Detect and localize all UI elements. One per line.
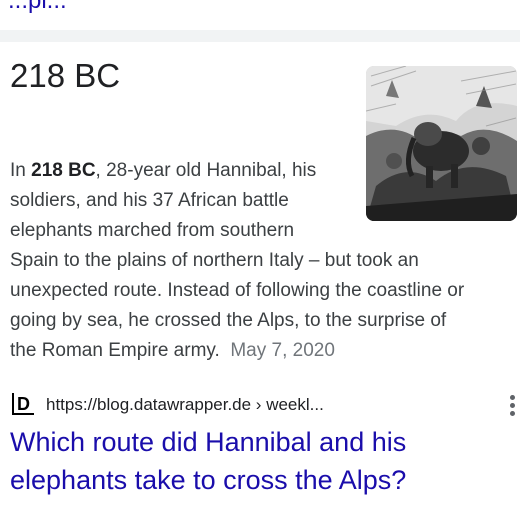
source-row: D https://blog.datawrapper.de › weekl... <box>10 392 520 418</box>
snippet-line-6: going by sea, he crossed the Alps, to th… <box>10 310 447 331</box>
card-divider <box>0 30 520 42</box>
result-title-line-1: Which route did Hannibal and his <box>10 427 407 457</box>
snippet-line-4: Spain to the plains of northern Italy – … <box>10 250 419 271</box>
snippet-line-5: unexpected route. Instead of following t… <box>10 280 465 301</box>
snippet-highlight: 218 BC <box>31 160 96 181</box>
result-title-line-2: elephants take to cross the Alps? <box>10 465 407 495</box>
previous-result-card: ...pl... <box>0 0 520 30</box>
more-vert-icon[interactable] <box>506 392 520 418</box>
featured-snippet-text: In 218 BC, 28-year old Hannibal, his sol… <box>10 156 464 366</box>
snippet-line-2: soldiers, and his 37 African battle <box>10 190 289 211</box>
search-results-page: ...pl... 218 BC In 218 BC, 28-year old H… <box>0 0 520 520</box>
snippet-suffix: , 28-year old Hannibal, his <box>95 160 317 181</box>
result-title-link[interactable]: Which route did Hannibal and his elephan… <box>10 423 515 499</box>
snippet-line-3: elephants marched from southern <box>10 220 295 241</box>
previous-result-link[interactable]: ...pl... <box>8 0 67 16</box>
snippet-prefix: In <box>10 160 32 181</box>
snippet-last-text: the Roman Empire army. <box>10 340 220 361</box>
snippet-date: May 7, 2020 <box>230 340 335 361</box>
featured-answer-title: 218 BC <box>10 57 121 94</box>
site-favicon: D <box>12 393 34 415</box>
snippet-line-1: In 218 BC, 28-year old Hannibal, his <box>10 156 464 186</box>
snippet-line-7: the Roman Empire army. May 7, 2020 <box>10 336 464 366</box>
source-url[interactable]: https://blog.datawrapper.de › weekl... <box>46 394 324 416</box>
